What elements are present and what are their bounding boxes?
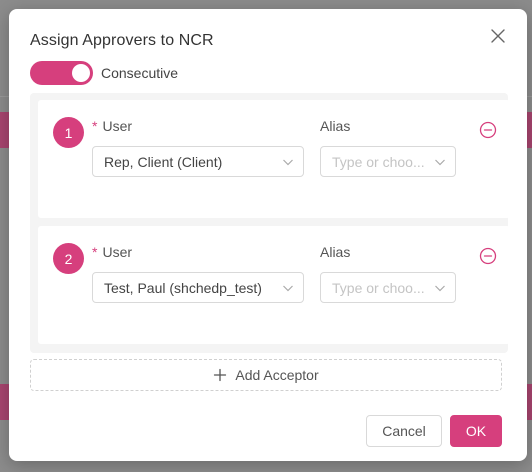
chevron-down-icon (283, 159, 293, 166)
consecutive-label: Consecutive (101, 65, 179, 81)
user-select[interactable]: Test, Paul (shchedp_test) (92, 272, 304, 303)
close-button[interactable] (489, 27, 507, 45)
required-mark: * (92, 244, 98, 260)
step-badge: 1 (53, 117, 84, 148)
user-select-value: Rep, Client (Client) (104, 153, 223, 170)
user-select-value: Test, Paul (shchedp_test) (104, 279, 262, 296)
close-icon (491, 29, 505, 43)
chevron-down-icon (435, 285, 445, 292)
alias-select[interactable]: Type or choo... (320, 272, 456, 303)
user-label-text: User (102, 118, 133, 134)
approver-card-1: 1 * User Alias Rep, Client (Client) Type … (38, 100, 510, 218)
alias-label: Alias (320, 118, 351, 134)
ok-button[interactable]: OK (450, 415, 502, 447)
remove-approver-button[interactable] (479, 247, 497, 265)
dialog-title: Assign Approvers to NCR (30, 32, 214, 49)
minus-circle-icon (479, 121, 497, 139)
consecutive-toggle-row: Consecutive (30, 61, 178, 85)
cancel-button[interactable]: Cancel (366, 415, 442, 447)
step-badge: 2 (53, 243, 84, 274)
alias-select[interactable]: Type or choo... (320, 146, 456, 177)
plus-icon (214, 368, 227, 382)
user-label-text: User (102, 244, 133, 260)
remove-approver-button[interactable] (479, 121, 497, 139)
alias-placeholder: Type or choo... (332, 279, 425, 296)
chevron-down-icon (283, 285, 293, 292)
assign-approvers-dialog: Assign Approvers to NCR Consecutive 1 * U… (9, 9, 527, 461)
add-acceptor-button[interactable]: Add Acceptor (30, 359, 502, 391)
consecutive-toggle[interactable] (30, 61, 93, 85)
alias-placeholder: Type or choo... (332, 153, 425, 170)
chevron-down-icon (435, 159, 445, 166)
add-acceptor-label: Add Acceptor (235, 367, 319, 383)
alias-label: Alias (320, 244, 351, 260)
minus-circle-icon (479, 247, 497, 265)
user-label: * User (92, 118, 132, 134)
required-mark: * (92, 118, 98, 134)
toggle-knob (72, 64, 90, 82)
user-label: * User (92, 244, 132, 260)
user-select[interactable]: Rep, Client (Client) (92, 146, 304, 177)
approver-card-2: 2 * User Alias Test, Paul (shchedp_test) … (38, 226, 510, 344)
